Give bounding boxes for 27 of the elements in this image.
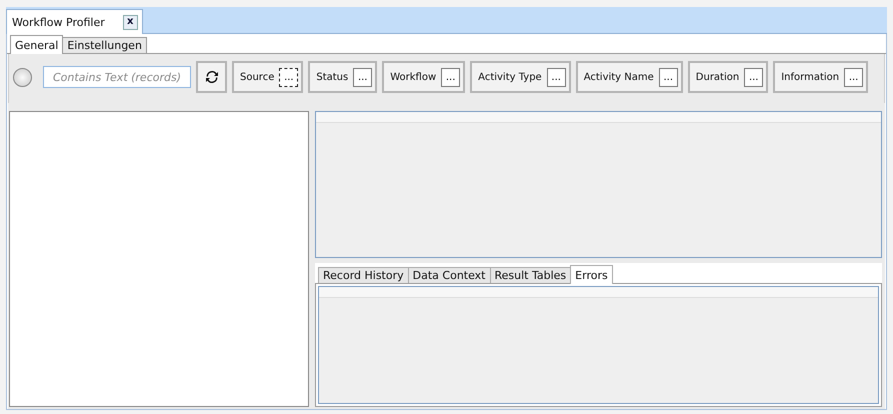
- more-button[interactable]: ...: [279, 68, 298, 86]
- filter-button[interactable]: Activity Name ...: [576, 61, 683, 93]
- more-button[interactable]: ...: [844, 68, 864, 86]
- refresh-icon: [206, 71, 218, 83]
- filter-button[interactable]: Status ...: [308, 61, 378, 93]
- filter-button[interactable]: Source ...: [232, 61, 304, 93]
- refresh-button[interactable]: [196, 61, 227, 93]
- close-button[interactable]: x: [122, 14, 138, 30]
- filter-button[interactable]: Information ...: [773, 61, 868, 93]
- tab[interactable]: Einstellungen: [62, 37, 147, 53]
- search-field[interactable]: Contains Text (records): [43, 66, 191, 88]
- tab[interactable]: Data Context: [408, 267, 490, 283]
- more-button[interactable]: ...: [658, 68, 678, 86]
- tab[interactable]: General: [10, 35, 64, 54]
- more-button[interactable]: ...: [441, 68, 460, 86]
- more-button[interactable]: ...: [744, 68, 764, 86]
- filter-button[interactable]: Duration ...: [688, 61, 768, 93]
- document-tab[interactable]: Workflow Profiler x: [6, 9, 143, 34]
- filter-button[interactable]: Activity Type ...: [470, 61, 571, 93]
- more-button[interactable]: ...: [353, 68, 372, 86]
- tab-title: Workflow Profiler: [12, 16, 105, 28]
- more-button[interactable]: ...: [546, 68, 566, 86]
- tab[interactable]: Errors: [570, 265, 613, 284]
- collapse-icon[interactable]: [13, 68, 32, 87]
- tab[interactable]: Result Tables: [490, 267, 572, 283]
- filter-button[interactable]: Workflow ...: [382, 61, 466, 93]
- tab[interactable]: Record History: [318, 267, 409, 283]
